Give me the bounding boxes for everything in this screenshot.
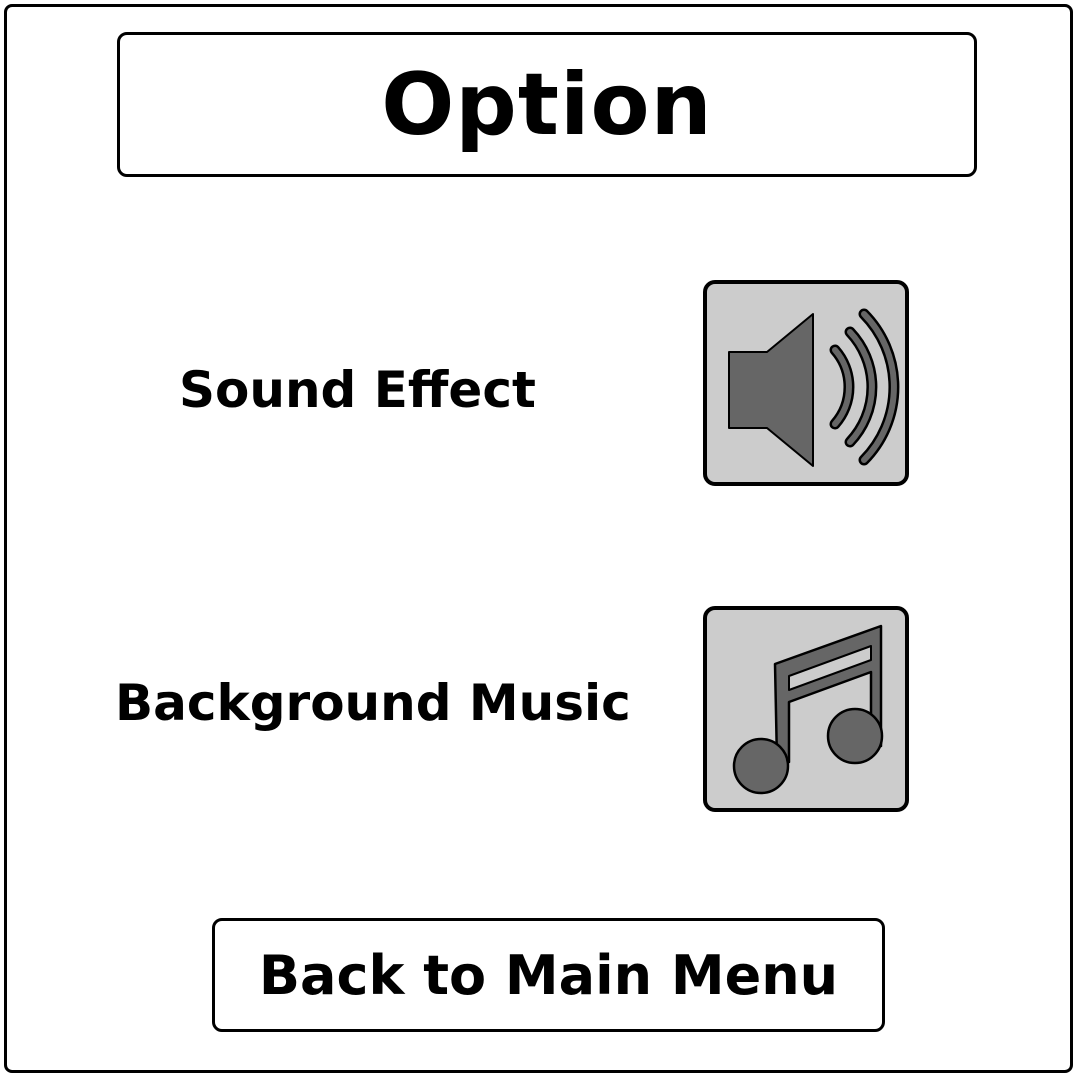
music-note-icon [732, 624, 884, 795]
back-to-main-menu-button[interactable]: Back to Main Menu [212, 918, 885, 1032]
options-panel: Option Sound Effect Background Music Bac… [4, 4, 1073, 1073]
background-music-toggle-button[interactable] [703, 606, 909, 812]
sound-effect-label: Sound Effect [179, 361, 536, 419]
page-title: Option [381, 54, 713, 155]
speaker-icon [728, 308, 900, 467]
background-music-label: Background Music [115, 674, 631, 732]
sound-effect-toggle-button[interactable] [703, 280, 909, 486]
title-banner: Option [117, 32, 977, 177]
back-button-label: Back to Main Menu [258, 943, 839, 1007]
